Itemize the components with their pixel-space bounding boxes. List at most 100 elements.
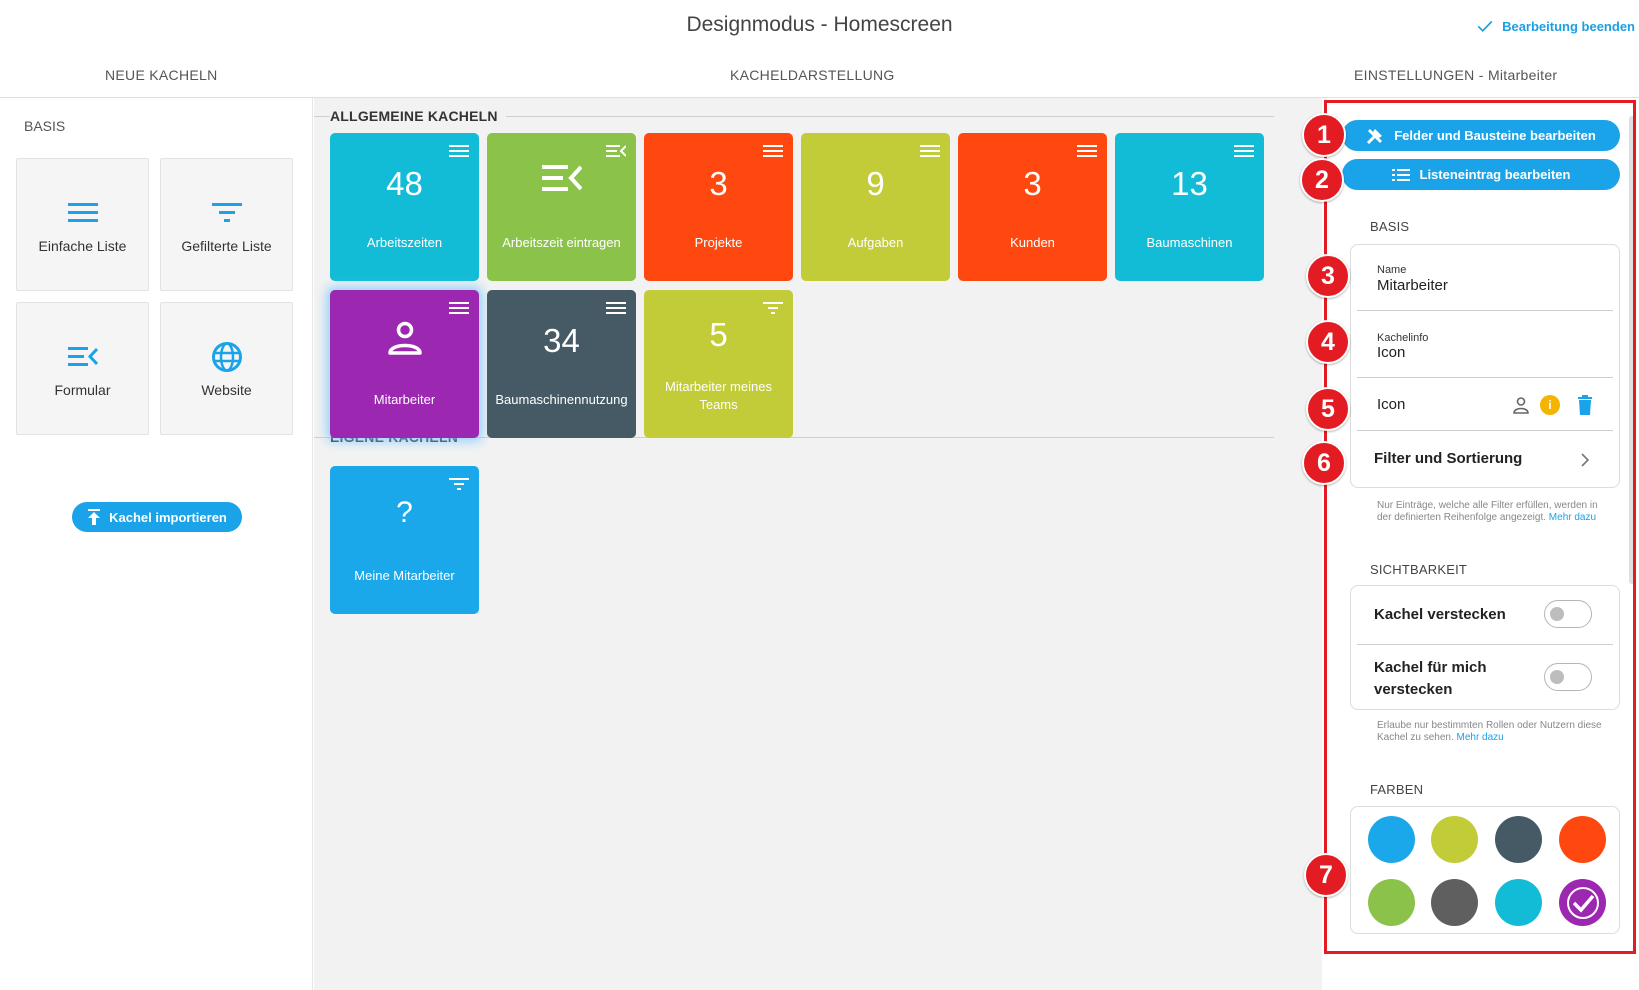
- color-swatch-slate[interactable]: [1495, 816, 1542, 863]
- new-tile-label: Website: [201, 381, 252, 398]
- form-icon: [66, 340, 100, 374]
- field-divider: [1357, 310, 1613, 311]
- tile-count: 9: [866, 165, 885, 202]
- filter-sort-label[interactable]: Filter und Sortierung: [1374, 448, 1522, 470]
- tile-display-header: KACHELDARSTELLUNG: [730, 67, 895, 83]
- tile-label: Meine Mitarbeiter: [354, 568, 455, 583]
- color-swatch-orange[interactable]: [1559, 816, 1606, 863]
- tile-mitarbeiter-meines-teams[interactable]: 5 Mitarbeiter meines Teams: [644, 290, 793, 438]
- finish-editing-label: Bearbeitung beenden: [1502, 18, 1635, 34]
- filter-icon[interactable]: [763, 300, 783, 316]
- annotation-badge-6: 6: [1302, 441, 1346, 485]
- tile-info-field[interactable]: Icon: [1377, 344, 1405, 361]
- person-icon: [1513, 397, 1529, 414]
- new-tile-website[interactable]: Website: [160, 302, 293, 435]
- tile-meine-mitarbeiter[interactable]: ? Meine Mitarbeiter: [330, 466, 479, 614]
- hide-for-me-label: Kachel für mich verstecken: [1374, 659, 1487, 698]
- menu-icon[interactable]: [449, 300, 469, 316]
- menu-icon[interactable]: [449, 143, 469, 159]
- edit-list-entry-button[interactable]: Listeneintrag bearbeiten: [1342, 159, 1620, 190]
- tile-count: 3: [709, 165, 728, 202]
- tile-mitarbeiter[interactable]: Mitarbeiter: [330, 290, 479, 438]
- menu-icon[interactable]: [606, 300, 626, 316]
- filter-hint: Nur Einträge, welche alle Filter erfülle…: [1377, 500, 1607, 524]
- filter-icon[interactable]: [449, 476, 469, 492]
- new-tile-form[interactable]: Formular: [16, 302, 149, 435]
- new-tile-label: Einfache Liste: [38, 237, 127, 254]
- check-icon: [1566, 886, 1599, 919]
- color-swatch-purple[interactable]: [1559, 879, 1606, 926]
- tile-label: Baumaschinennutzung: [495, 392, 628, 407]
- hide-for-me-toggle[interactable]: [1544, 663, 1592, 691]
- tile-label: Mitarbeiter: [373, 392, 436, 407]
- new-tile-filtered-list[interactable]: Gefilterte Liste: [160, 158, 293, 291]
- field-divider: [1357, 644, 1613, 645]
- tile-aufgaben[interactable]: 9 Aufgaben: [801, 133, 950, 281]
- general-tiles-label: ALLGEMEINE KACHELN: [330, 108, 506, 124]
- finish-editing-button[interactable]: Bearbeitung beenden: [1476, 17, 1635, 35]
- tile-label: Baumaschinen: [1146, 235, 1233, 250]
- top-bar: Designmodus - Homescreen Bearbeitung bee…: [0, 0, 1639, 52]
- new-tile-label: Formular: [54, 381, 111, 398]
- tile-label: Mitarbeiter meines Teams: [665, 379, 772, 412]
- new-tile-simple-list[interactable]: Einfache Liste: [16, 158, 149, 291]
- tile-count: ?: [396, 496, 413, 529]
- toggle-knob: [1550, 670, 1564, 684]
- tile-info-label: Kachelinfo: [1377, 332, 1429, 344]
- tile-display-area: ALLGEMEINE KACHELN EIGENE KACHELN 48 Arb…: [314, 98, 1322, 990]
- edit-fields-label: Felder und Bausteine bearbeiten: [1394, 128, 1596, 143]
- upload-icon: [88, 509, 101, 525]
- name-field[interactable]: Mitarbeiter: [1377, 277, 1448, 294]
- menu-icon[interactable]: [1077, 143, 1097, 159]
- tile-projekte[interactable]: 3 Projekte: [644, 133, 793, 281]
- settings-scrollbar[interactable]: [1629, 116, 1634, 584]
- annotation-badge-4: 4: [1306, 320, 1350, 364]
- color-swatch-gray[interactable]: [1431, 879, 1478, 926]
- basis-settings-label: BASIS: [1370, 219, 1410, 234]
- annotation-badge-2: 2: [1300, 158, 1344, 202]
- check-icon: [1477, 20, 1493, 33]
- color-swatch-blue[interactable]: [1368, 816, 1415, 863]
- list-icon: [66, 196, 100, 230]
- menu-icon[interactable]: [763, 143, 783, 159]
- color-swatch-lime[interactable]: [1431, 816, 1478, 863]
- tile-count: 34: [543, 322, 580, 359]
- tile-arbeitszeit-eintragen[interactable]: Arbeitszeit eintragen: [487, 133, 636, 281]
- menu-icon[interactable]: [1234, 143, 1254, 159]
- import-tile-button[interactable]: Kachel importieren: [72, 502, 242, 532]
- annotation-badge-7: 7: [1304, 853, 1348, 897]
- new-tiles-header: NEUE KACHELN: [105, 67, 218, 83]
- visibility-section-label: SICHTBARKEIT: [1370, 562, 1468, 577]
- filter-more-link[interactable]: Mehr dazu: [1549, 512, 1596, 523]
- basis-section-label: BASIS: [24, 118, 66, 134]
- person-icon: [330, 320, 479, 356]
- tile-arbeitszeiten[interactable]: 48 Arbeitszeiten: [330, 133, 479, 281]
- visibility-hint: Erlaube nur bestimmten Rollen oder Nutze…: [1377, 720, 1607, 744]
- form-icon: [487, 163, 636, 193]
- color-swatch-cyan[interactable]: [1495, 879, 1542, 926]
- field-divider: [1357, 430, 1613, 431]
- annotation-badge-1: 1: [1302, 113, 1346, 157]
- page-title: Designmodus - Homescreen: [686, 13, 953, 36]
- info-badge-icon[interactable]: i: [1540, 395, 1560, 415]
- hide-tile-toggle[interactable]: [1544, 600, 1592, 628]
- edit-fields-button[interactable]: Felder und Bausteine bearbeiten: [1342, 120, 1620, 151]
- color-swatch-green[interactable]: [1368, 879, 1415, 926]
- trash-icon[interactable]: [1577, 395, 1593, 415]
- import-tile-label: Kachel importieren: [109, 509, 227, 525]
- annotation-badge-5: 5: [1306, 387, 1350, 431]
- tile-baumaschinennutzung[interactable]: 34 Baumaschinennutzung: [487, 290, 636, 438]
- tools-icon: [1367, 128, 1383, 144]
- menu-icon[interactable]: [920, 143, 940, 159]
- tile-count: 5: [709, 316, 728, 353]
- colors-section-label: FARBEN: [1370, 782, 1424, 797]
- filter-icon: [210, 196, 244, 230]
- form-menu-icon[interactable]: [606, 143, 626, 159]
- field-divider: [1357, 377, 1613, 378]
- chevron-right-icon[interactable]: [1580, 453, 1590, 467]
- edit-list-entry-label: Listeneintrag bearbeiten: [1419, 167, 1571, 182]
- tile-baumaschinen[interactable]: 13 Baumaschinen: [1115, 133, 1264, 281]
- visibility-more-link[interactable]: Mehr dazu: [1457, 732, 1504, 743]
- tile-label: Arbeitszeiten: [366, 235, 443, 250]
- tile-kunden[interactable]: 3 Kunden: [958, 133, 1107, 281]
